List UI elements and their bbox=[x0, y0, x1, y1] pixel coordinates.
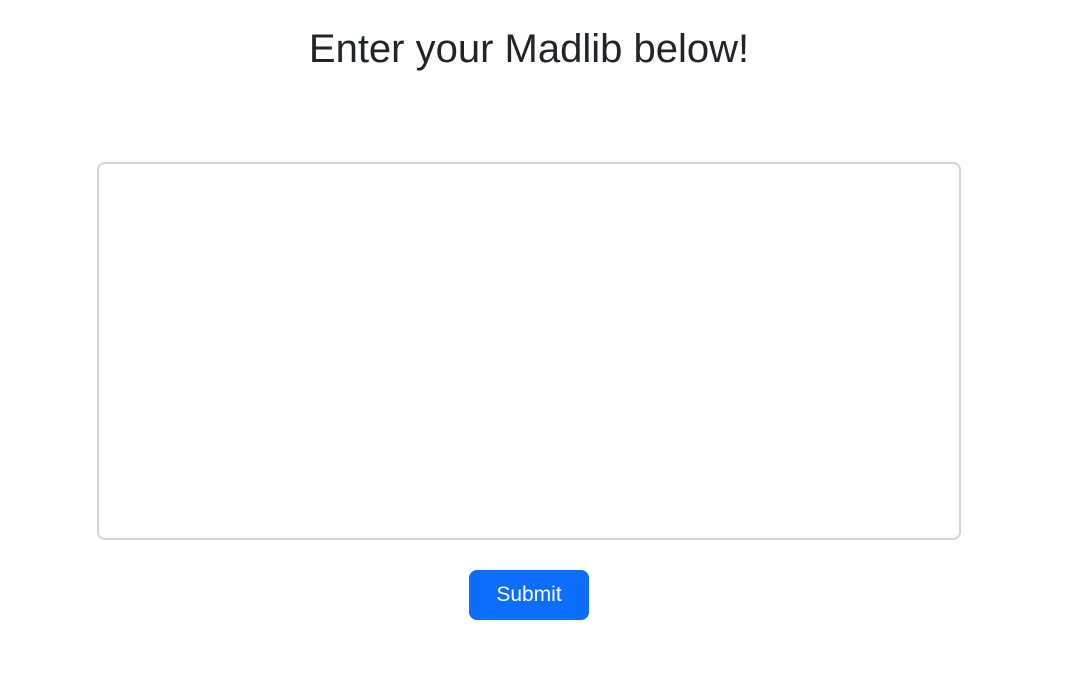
madlib-textarea[interactable] bbox=[97, 162, 961, 540]
submit-button[interactable]: Submit bbox=[469, 570, 589, 620]
page-title: Enter your Madlib below! bbox=[308, 27, 750, 71]
page: Enter your Madlib below! Submit bbox=[0, 0, 1081, 694]
